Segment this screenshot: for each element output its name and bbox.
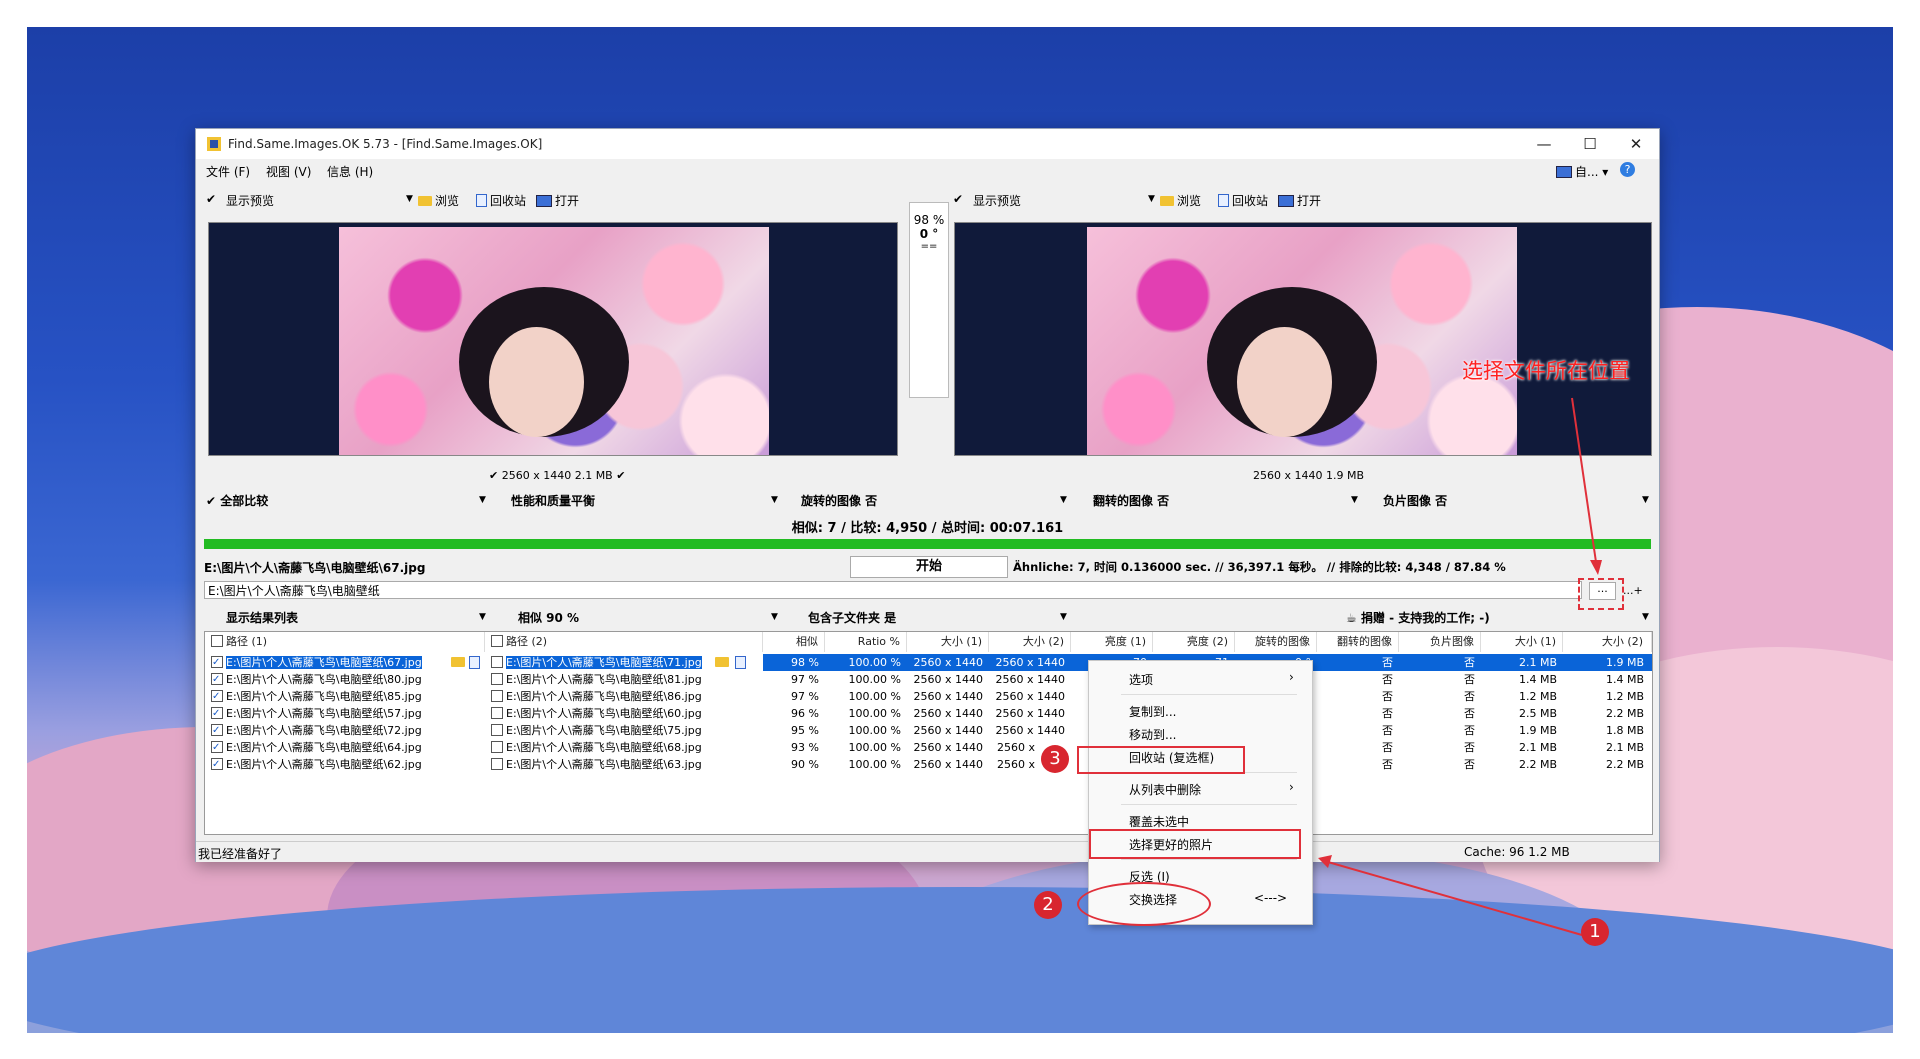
step-number-2: 2 bbox=[1034, 891, 1062, 919]
arrow-line bbox=[1571, 397, 1597, 563]
step-number-3: 3 bbox=[1041, 745, 1069, 773]
arrow-head bbox=[1318, 855, 1332, 868]
arrow-head bbox=[1590, 560, 1602, 575]
annotation-arrows bbox=[1318, 397, 1602, 936]
step-number-1: 1 bbox=[1581, 918, 1609, 946]
arrow-line bbox=[1327, 861, 1583, 936]
